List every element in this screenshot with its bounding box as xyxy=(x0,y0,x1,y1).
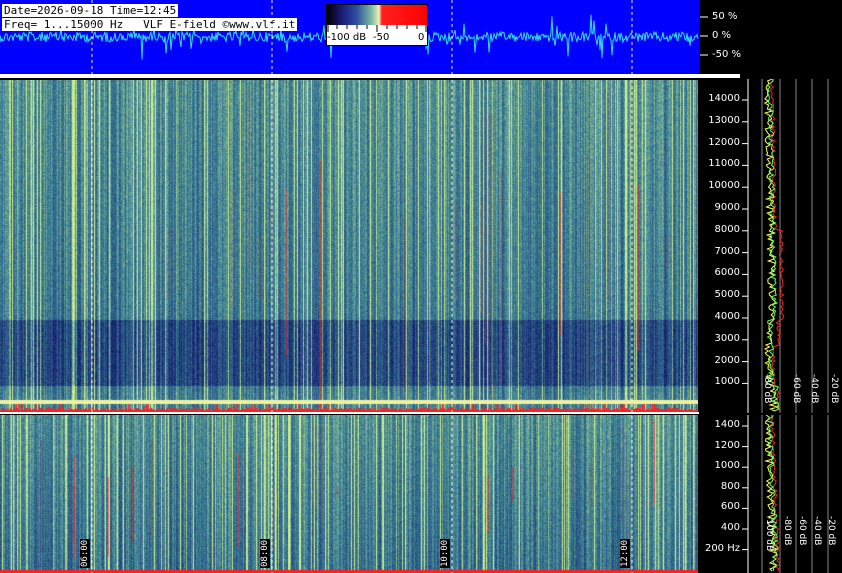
frequency-axis-upper: 14000 13000 12000 11000 10000 9000 8000 7000 600… xyxy=(698,79,742,413)
freq-label-upper: 2000 xyxy=(714,354,740,366)
freq-label-lower: 600 xyxy=(720,501,740,513)
freq-label-upper: 10000 xyxy=(708,180,740,192)
freq-label-lower: 400 xyxy=(720,522,740,533)
amplitude-label-50: 50 % xyxy=(712,11,738,22)
frequency-axis-lower: 1400 1200 1000 800 600 400 200 Hz xyxy=(698,415,742,573)
db-label-lower-20: -20 dB xyxy=(826,516,836,546)
db-label-lower-80: -80 dB xyxy=(782,516,792,546)
freq-label-upper: 3000 xyxy=(714,332,740,344)
spectrogram-upper xyxy=(0,80,698,412)
amplitude-label-0: 0 % xyxy=(712,30,732,41)
db-label-upper-40: -40 dB xyxy=(809,374,819,404)
colorbar-label-mid: -50 xyxy=(373,32,390,43)
time-label-1000: 10:00 xyxy=(440,538,450,568)
colorbar-label-max: 0 xyxy=(418,32,425,43)
freq-label-lower: 200 Hz xyxy=(704,542,740,554)
freq-label-lower: 800 xyxy=(720,480,740,492)
time-label-0600: 06:00 xyxy=(80,538,90,568)
freq-label-upper: 11000 xyxy=(708,158,740,170)
db-label-upper-60: -60 dB xyxy=(791,374,801,404)
freq-label-upper: 1000 xyxy=(714,376,740,388)
spectrogram-divider xyxy=(0,412,699,414)
freq-label-upper: 14000 xyxy=(708,93,740,104)
time-label-1200: 12:00 xyxy=(620,538,630,568)
freq-label-lower: 1400 xyxy=(714,419,740,430)
frequency-info-label: Freq= 1...15000 Hz VLF E-field ©www.vlf.… xyxy=(2,18,298,31)
freq-label-upper: 5000 xyxy=(714,289,740,301)
freq-label-upper: 4000 xyxy=(714,311,740,322)
freq-label-upper: 8000 xyxy=(714,223,740,235)
colorbar: -100 dB -50 0 xyxy=(326,4,428,46)
panel-separator xyxy=(0,74,740,78)
date-time-label: Date=2026-09-18 Time=12:45 xyxy=(2,4,179,17)
colorbar-label-min: -100 dB xyxy=(327,32,367,43)
db-label-lower-60: -60 dB xyxy=(797,516,807,546)
time-label-0800: 08:00 xyxy=(260,538,270,568)
freq-label-upper: 6000 xyxy=(714,267,740,279)
db-label-lower-100: -100 dB xyxy=(764,516,774,552)
freq-label-upper: 7000 xyxy=(714,245,740,257)
amplitude-label-minus50: -50 % xyxy=(712,49,742,60)
db-label-upper-80: -80 dB xyxy=(762,374,772,404)
freq-label-lower: 1000 xyxy=(714,460,740,472)
db-label-lower-40: -40 dB xyxy=(812,516,822,546)
freq-label-upper: 9000 xyxy=(714,202,740,213)
freq-label-upper: 13000 xyxy=(708,114,740,126)
freq-label-upper: 12000 xyxy=(708,136,740,148)
freq-label-lower: 1200 xyxy=(714,439,740,451)
spectrogram-lower xyxy=(0,415,698,573)
vlf-spectrogram-window: Date=2026-09-18 Time=12:45 Freq= 1...150… xyxy=(0,0,842,573)
amplitude-ticks xyxy=(700,16,708,56)
colorbar-gradient xyxy=(327,5,427,25)
db-label-upper-20: -20 dB xyxy=(829,374,839,404)
